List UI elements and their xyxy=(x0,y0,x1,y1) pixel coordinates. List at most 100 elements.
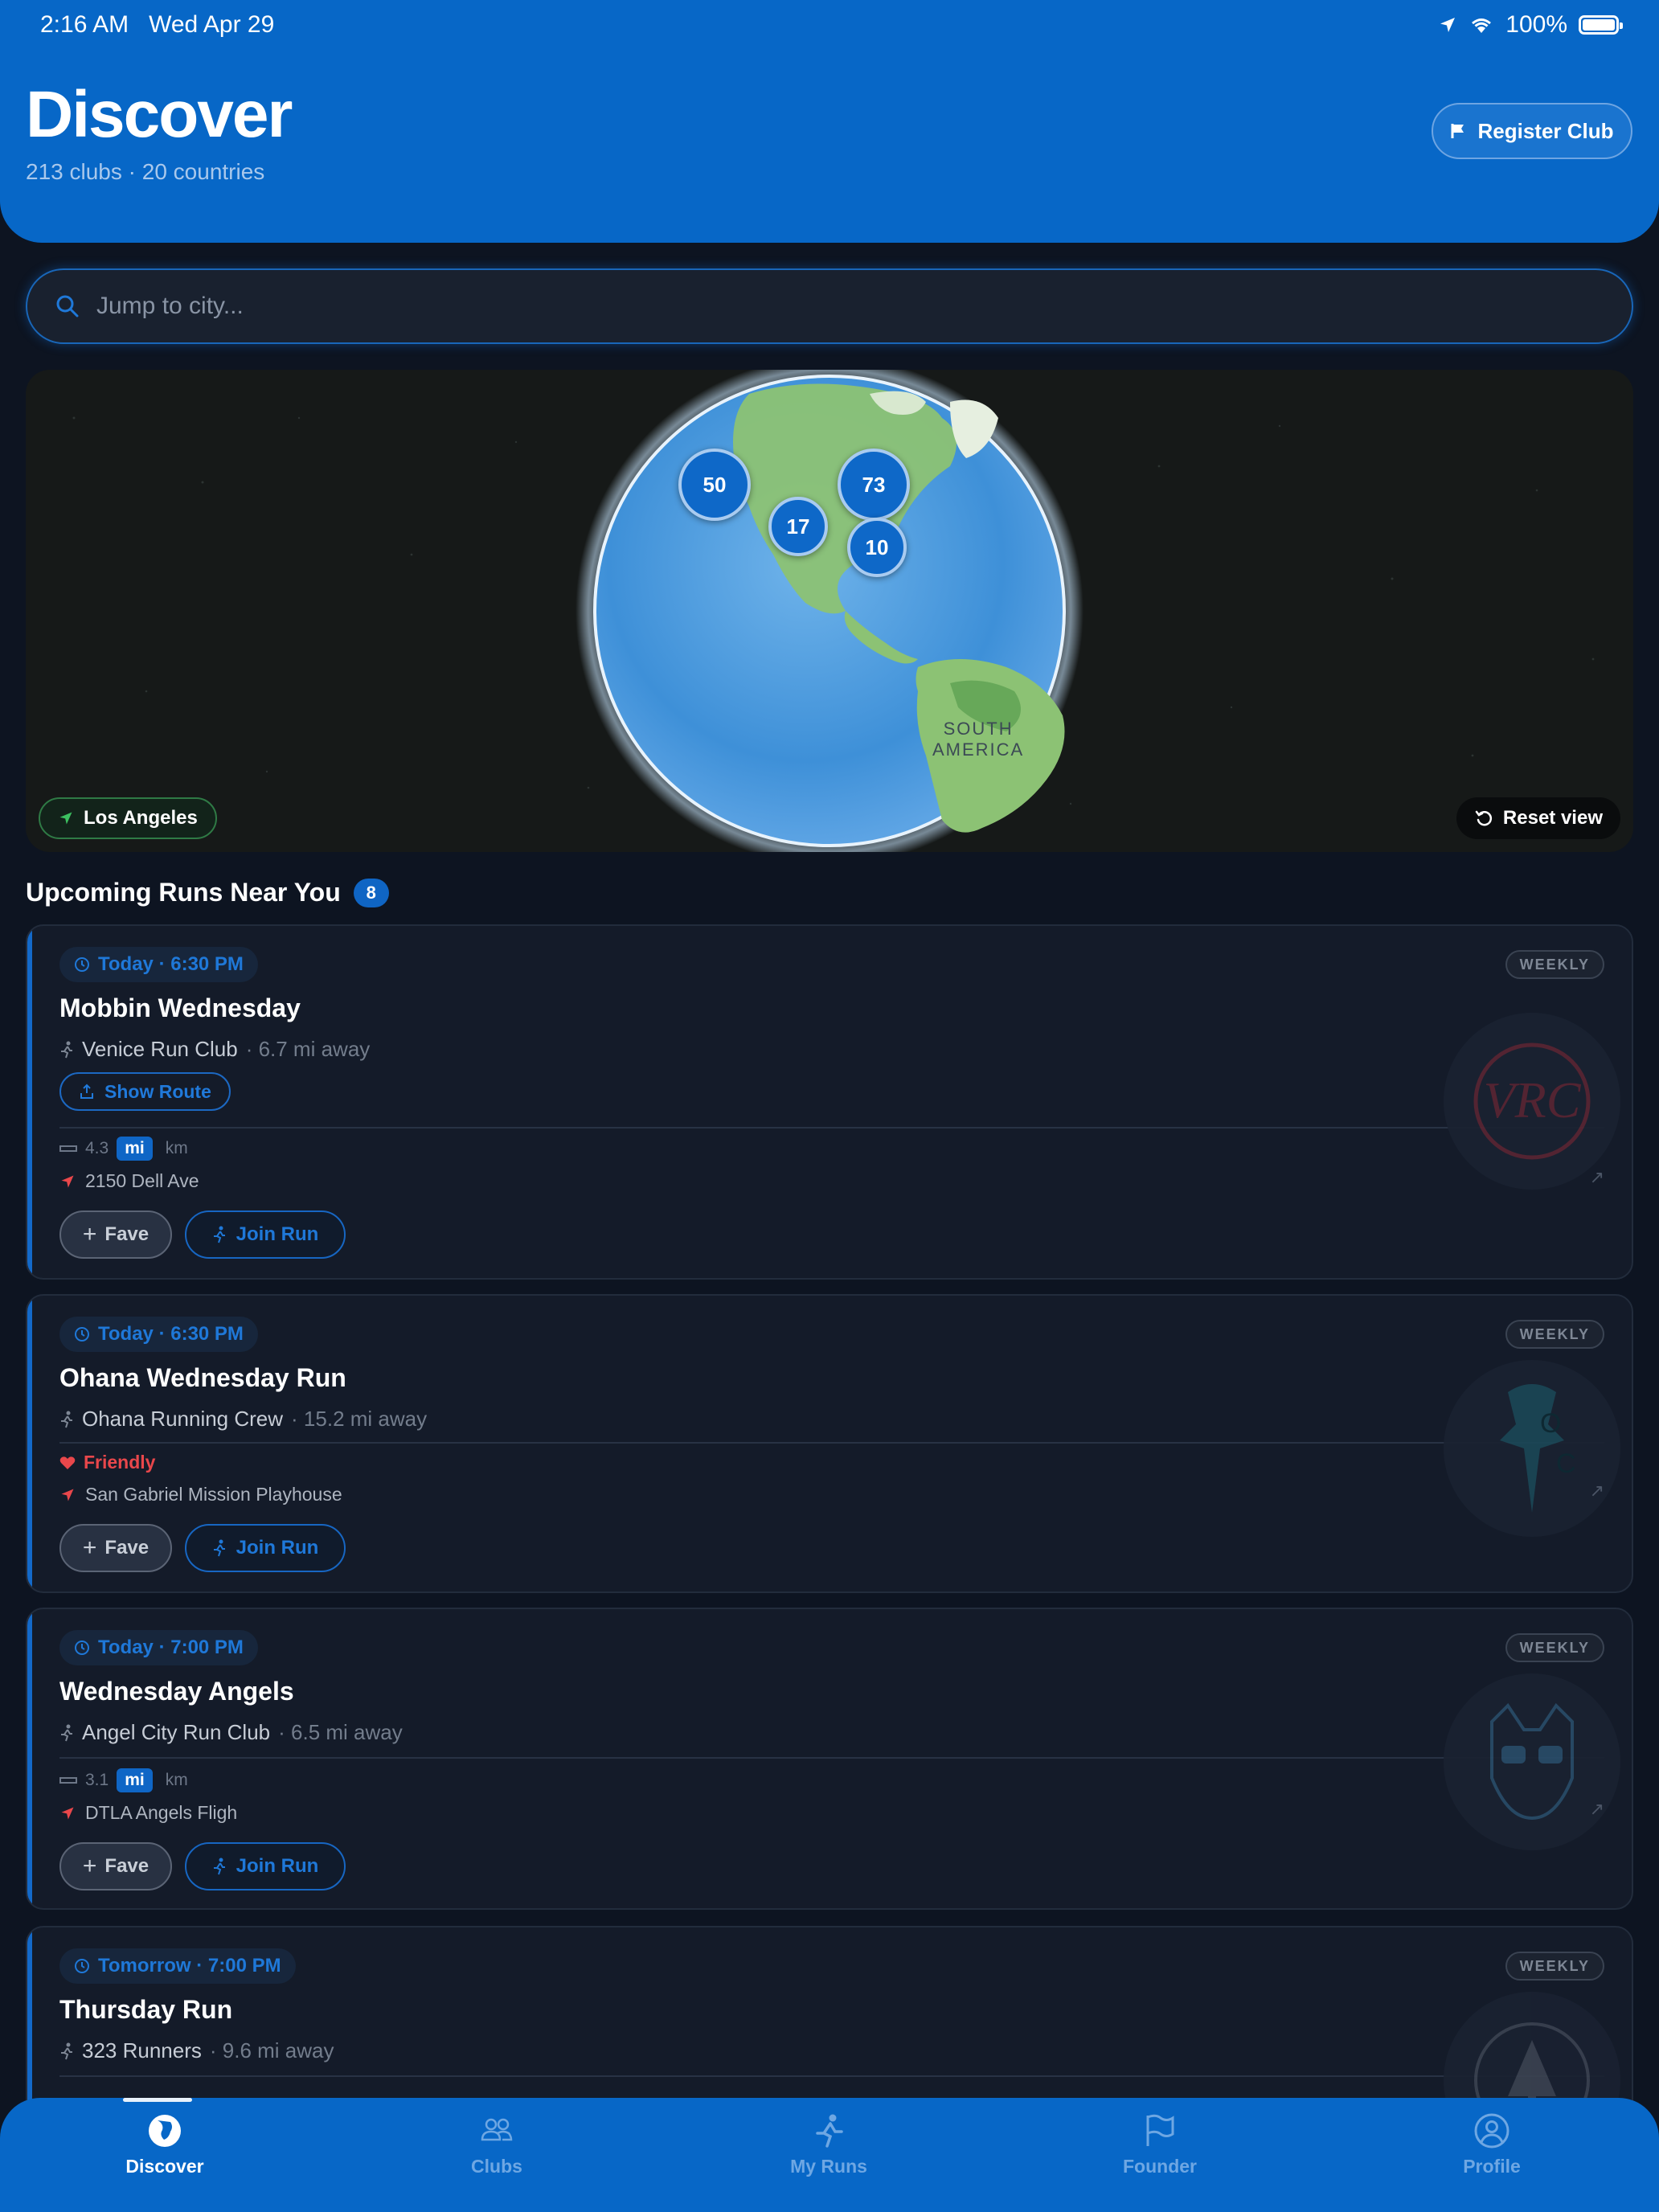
plus-icon: + xyxy=(82,1853,97,1879)
run-address[interactable]: San Gabriel Mission Playhouse xyxy=(85,1484,342,1505)
open-arrow-icon[interactable]: ↗ xyxy=(1590,1167,1604,1188)
runner-icon xyxy=(213,1539,225,1557)
tab-label: Clubs xyxy=(471,2156,522,2177)
cluster-marker[interactable]: 73 xyxy=(838,449,910,521)
reset-view-button[interactable]: Reset view xyxy=(1456,797,1620,839)
open-arrow-icon[interactable]: ↗ xyxy=(1590,1481,1604,1501)
run-time-pill: Today · 7:00 PM xyxy=(59,1630,258,1665)
club-distance: · 6.5 mi away xyxy=(278,1720,403,1744)
address-row: San Gabriel Mission Playhouse xyxy=(59,1484,342,1505)
globe-map[interactable]: 50 73 17 10 SOUTH AMERICA Los Angeles Re… xyxy=(26,370,1633,852)
location-label: Los Angeles xyxy=(84,807,198,829)
fave-button[interactable]: + Fave xyxy=(59,1210,172,1259)
tag-label: Friendly xyxy=(84,1452,156,1473)
unit-toggle-km[interactable]: km xyxy=(161,1768,193,1792)
run-time: Today · 6:30 PM xyxy=(98,1323,244,1345)
run-card[interactable]: Today · 6:30 PM WEEKLY Ohana Wednesday R… xyxy=(26,1294,1633,1593)
location-arrow-icon xyxy=(61,1807,74,1819)
reset-view-label: Reset view xyxy=(1502,807,1603,829)
status-bar: 2:16 AM Wed Apr 29 100% xyxy=(0,0,1659,51)
club-logo: OC xyxy=(1444,1360,1620,1537)
cluster-marker[interactable]: 17 xyxy=(768,497,828,556)
runner-icon xyxy=(61,1041,72,1058)
runner-icon xyxy=(816,2114,843,2148)
join-run-label: Join Run xyxy=(236,1855,319,1877)
distance-row: 4.3 mi km xyxy=(59,1137,193,1161)
runner-icon xyxy=(213,1858,225,1875)
club-name[interactable]: Venice Run Club xyxy=(82,1037,238,1062)
distance-row: 3.1 mi km xyxy=(59,1768,193,1792)
open-arrow-icon[interactable]: ↗ xyxy=(1590,1799,1604,1820)
club-name[interactable]: Ohana Running Crew xyxy=(82,1407,283,1432)
clock-icon xyxy=(75,1641,89,1655)
battery-icon xyxy=(1579,15,1623,35)
runner-icon xyxy=(213,1226,225,1243)
join-run-label: Join Run xyxy=(236,1223,319,1245)
frequency-badge: WEEKLY xyxy=(1505,950,1604,979)
join-run-button[interactable]: Join Run xyxy=(185,1524,346,1572)
svg-text:C: C xyxy=(1556,1448,1576,1479)
card-divider xyxy=(59,1442,1604,1444)
search-input[interactable] xyxy=(96,293,1543,320)
register-club-button[interactable]: Register Club xyxy=(1432,103,1632,159)
page-subtitle: 213 clubs · 20 countries xyxy=(26,159,265,184)
globe-icon xyxy=(149,2115,181,2147)
cluster-marker[interactable]: 10 xyxy=(847,518,907,577)
battery-percent: 100% xyxy=(1505,11,1567,38)
tab-founder[interactable]: Founder xyxy=(1079,2112,1240,2177)
run-club-line: Ohana Running Crew · 15.2 mi away xyxy=(59,1407,427,1432)
tab-clubs[interactable]: Clubs xyxy=(416,2112,577,2177)
tab-my-runs[interactable]: My Runs xyxy=(748,2112,909,2177)
fave-button[interactable]: + Fave xyxy=(59,1842,172,1890)
location-arrow-icon xyxy=(61,1489,74,1501)
friendly-tag: Friendly xyxy=(59,1452,155,1473)
join-run-label: Join Run xyxy=(236,1537,319,1559)
clock-time: 2:16 AM xyxy=(40,11,129,38)
current-location-pill[interactable]: Los Angeles xyxy=(39,797,217,839)
cluster-marker[interactable]: 50 xyxy=(678,449,751,521)
club-name[interactable]: 323 Runners xyxy=(82,2038,202,2063)
run-time: Today · 6:30 PM xyxy=(98,953,244,975)
clock-icon xyxy=(75,1327,89,1342)
join-run-button[interactable]: Join Run xyxy=(185,1842,346,1890)
frequency-badge: WEEKLY xyxy=(1505,1320,1604,1349)
tab-discover[interactable]: Discover xyxy=(84,2112,245,2177)
svg-text:VRC: VRC xyxy=(1484,1071,1582,1129)
flag-icon xyxy=(1146,2114,1174,2146)
club-logo xyxy=(1444,1673,1620,1850)
fave-button[interactable]: + Fave xyxy=(59,1524,172,1572)
tab-profile[interactable]: Profile xyxy=(1411,2112,1572,2177)
runner-icon xyxy=(61,1411,72,1428)
run-address[interactable]: 2150 Dell Ave xyxy=(85,1170,199,1192)
wifi-icon xyxy=(1472,18,1492,33)
people-icon xyxy=(481,2118,513,2141)
run-card[interactable]: Today · 6:30 PM WEEKLY Mobbin Wednesday … xyxy=(26,924,1633,1280)
card-divider xyxy=(59,1757,1604,1759)
location-arrow-icon xyxy=(59,812,72,825)
run-title: Wednesday Angels xyxy=(59,1677,294,1706)
header: 2:16 AM Wed Apr 29 100% Discover 213 clu… xyxy=(0,0,1659,243)
clock-icon xyxy=(75,957,89,972)
person-circle-icon xyxy=(1474,2113,1509,2149)
city-search[interactable] xyxy=(26,268,1633,344)
club-name[interactable]: Angel City Run Club xyxy=(82,1720,270,1745)
run-length: 4.3 xyxy=(85,1139,109,1157)
show-route-button[interactable]: Show Route xyxy=(59,1072,231,1111)
home-indicator xyxy=(123,2098,192,2102)
ruler-icon xyxy=(59,1145,77,1152)
unit-toggle-mi[interactable]: mi xyxy=(117,1137,153,1161)
unit-toggle-km[interactable]: km xyxy=(161,1137,193,1161)
tab-label: Founder xyxy=(1123,2156,1197,2177)
unit-toggle-mi[interactable]: mi xyxy=(117,1768,153,1792)
globe-graphic[interactable] xyxy=(26,370,1633,852)
status-time: 2:16 AM Wed Apr 29 xyxy=(40,11,274,39)
route-icon xyxy=(80,1083,93,1099)
run-card[interactable]: Today · 7:00 PM WEEKLY Wednesday Angels … xyxy=(26,1608,1633,1910)
club-logo-graphic: VRC xyxy=(1473,1043,1591,1160)
club-distance: · 6.7 mi away xyxy=(245,1037,371,1061)
run-address[interactable]: DTLA Angels Fligh xyxy=(85,1802,237,1824)
join-run-button[interactable]: Join Run xyxy=(185,1210,346,1259)
south-america-label: SOUTH AMERICA xyxy=(932,719,1024,760)
heart-icon xyxy=(59,1456,76,1469)
runs-count-badge: 8 xyxy=(353,878,389,907)
